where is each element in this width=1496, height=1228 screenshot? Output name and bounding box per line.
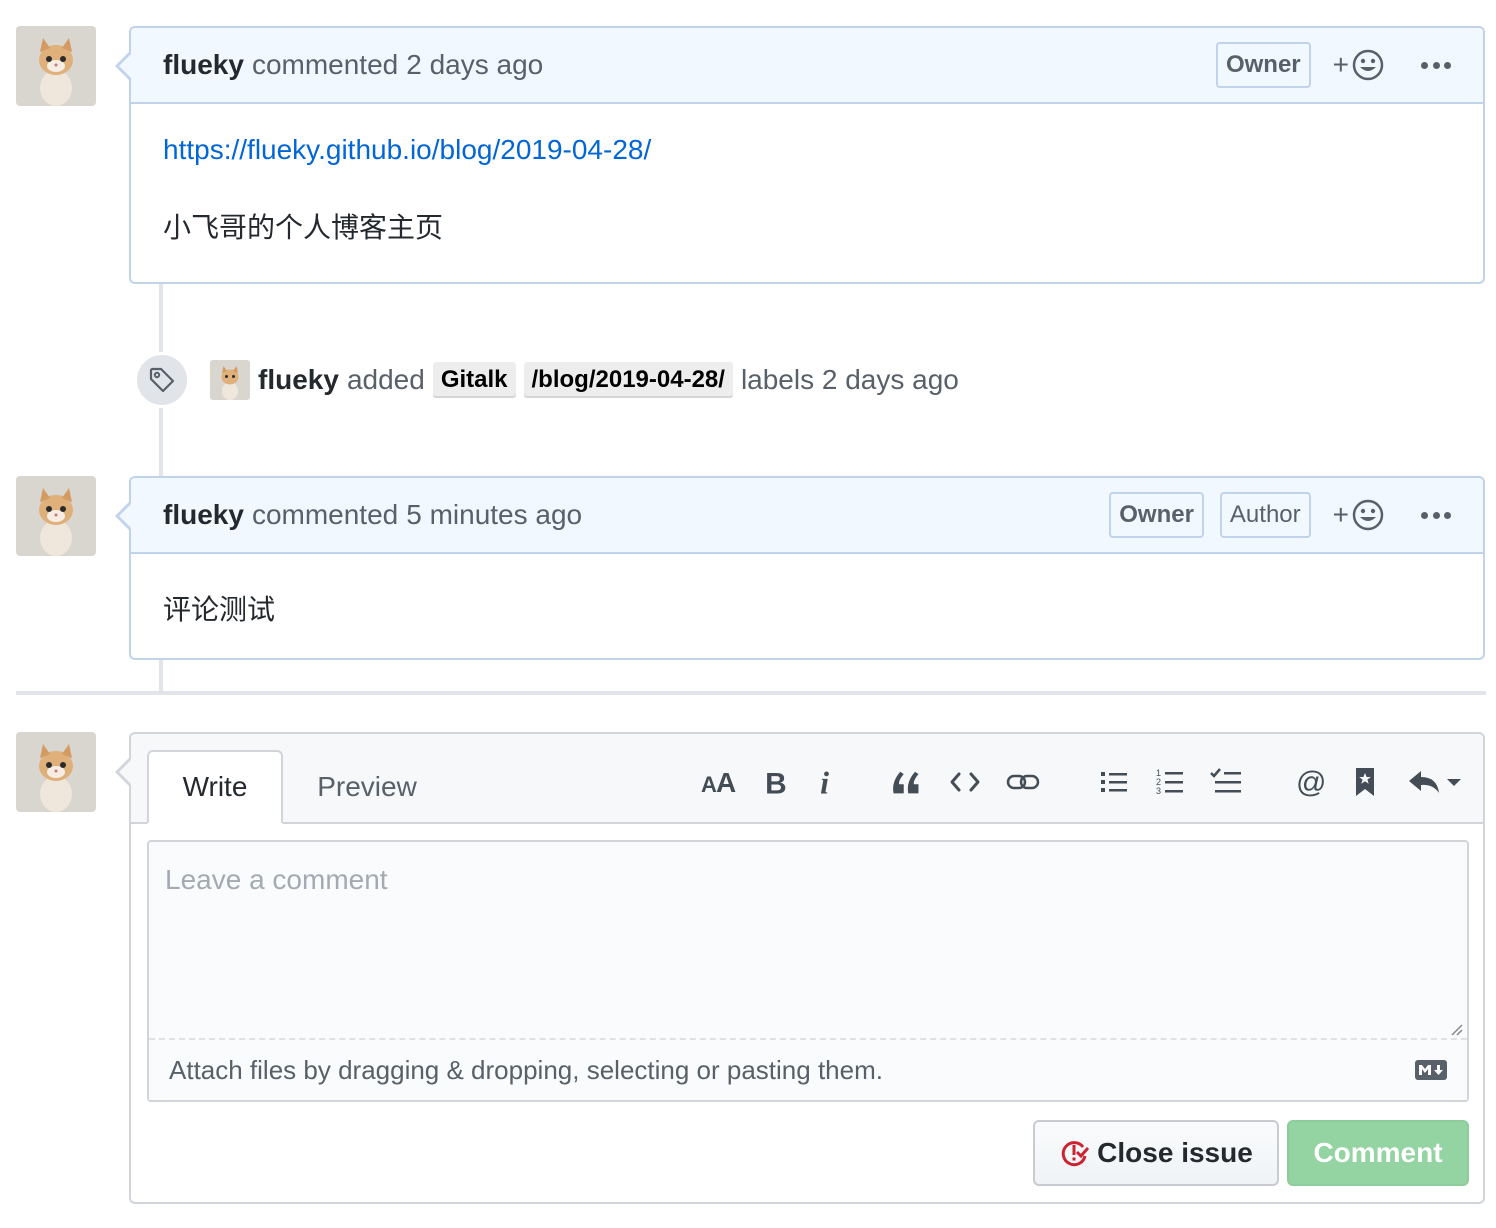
avatar[interactable] [16, 732, 96, 812]
avatar[interactable] [16, 26, 96, 106]
comment-textarea[interactable] [149, 842, 1467, 1038]
author-badge: Author [1219, 492, 1311, 538]
timeline-connector [159, 284, 163, 352]
tag-icon [134, 352, 190, 408]
plus-icon: + [1332, 49, 1349, 80]
add-reaction-button[interactable]: + [1333, 498, 1385, 532]
header-icon[interactable]: AA [701, 762, 737, 802]
reply-icon[interactable] [1407, 762, 1463, 802]
label-gitalk[interactable]: Gitalk [432, 362, 516, 398]
task-list-icon[interactable] [1209, 762, 1243, 802]
svg-text:A: A [701, 772, 717, 797]
comment-author[interactable]: flueky [163, 499, 244, 531]
bold-icon[interactable]: B [761, 762, 791, 802]
svg-text:@: @ [1296, 766, 1326, 798]
svg-text:3: 3 [1156, 786, 1161, 796]
markdown-icon[interactable] [1415, 1060, 1447, 1080]
saved-reply-icon[interactable] [1353, 762, 1377, 802]
attach-files-area[interactable]: Attach files by dragging & dropping, sel… [149, 1038, 1467, 1100]
svg-text:A: A [716, 767, 736, 798]
owner-badge: Owner [1109, 492, 1204, 538]
avatar[interactable] [210, 360, 250, 400]
comment-body: https://flueky.github.io/blog/2019-04-28… [131, 104, 1483, 276]
plus-icon: + [1332, 499, 1349, 530]
comment-header: flueky commented 5 minutes ago Owner Aut… [131, 478, 1483, 554]
svg-text:B: B [765, 768, 787, 798]
more-options-icon[interactable] [1421, 510, 1451, 520]
attach-hint: Attach files by dragging & dropping, sel… [169, 1054, 883, 1085]
quote-icon[interactable] [889, 762, 923, 802]
code-icon[interactable] [949, 762, 981, 802]
owner-badge: Owner [1215, 42, 1311, 88]
comment-author[interactable]: flueky [163, 49, 244, 81]
comment-timestamp[interactable]: 5 minutes ago [406, 499, 582, 531]
comment-timestamp[interactable]: 2 days ago [406, 49, 543, 81]
comment-text: 小飞哥的个人博客主页 [163, 212, 444, 243]
smiley-icon [1352, 499, 1384, 531]
timeline-connector [159, 408, 163, 478]
resize-handle-icon[interactable] [1449, 1022, 1463, 1036]
comment-card: flueky commented 5 minutes ago Owner Aut… [115, 476, 1485, 660]
comment-text: 评论测试 [163, 594, 276, 625]
comment-header: flueky commented 2 days ago Owner + [131, 28, 1483, 104]
comment-body: 评论测试 [131, 554, 1483, 658]
event-author[interactable]: flueky [258, 364, 339, 396]
avatar[interactable] [16, 476, 96, 556]
numbered-list-icon[interactable]: 123 [1155, 762, 1185, 802]
editor-header: Write Preview AA B i 1 2 3 @ [131, 734, 1483, 824]
comment-editor: Write Preview AA B i 1 2 3 @ Leave a com… [115, 732, 1485, 1204]
blog-link[interactable]: https://flueky.github.io/blog/2019-04-28… [163, 134, 1451, 166]
event-action: added [346, 364, 425, 395]
label-blog-path[interactable]: /blog/2019-04-28/ [523, 362, 733, 398]
close-issue-button[interactable]: Close issue [1033, 1120, 1279, 1186]
comment-action: commented [251, 499, 399, 530]
comment-action: commented [251, 49, 399, 80]
link-icon[interactable] [1005, 762, 1041, 802]
italic-icon[interactable]: i [815, 762, 839, 802]
timeline-connector [159, 660, 163, 691]
markdown-toolbar: AA B i 123 @ [131, 734, 1483, 824]
label-event: flueky added Gitalk /blog/2019-04-28/ la… [134, 352, 959, 408]
more-options-icon[interactable] [1421, 60, 1451, 70]
mention-icon[interactable]: @ [1295, 762, 1327, 802]
smiley-icon [1352, 49, 1384, 81]
comment-card: flueky commented 2 days ago Owner + http… [115, 26, 1485, 284]
close-issue-label: Close issue [1097, 1137, 1253, 1168]
timeline-separator [16, 691, 1486, 695]
bulleted-list-icon[interactable] [1099, 762, 1129, 802]
comment-button[interactable]: Comment [1287, 1120, 1469, 1186]
add-reaction-button[interactable]: + [1333, 48, 1385, 82]
comment-textarea-container: Attach files by dragging & dropping, sel… [147, 840, 1469, 1102]
issue-closed-icon [1061, 1141, 1090, 1167]
event-suffix: labels 2 days ago [740, 364, 959, 395]
svg-text:i: i [821, 766, 830, 798]
